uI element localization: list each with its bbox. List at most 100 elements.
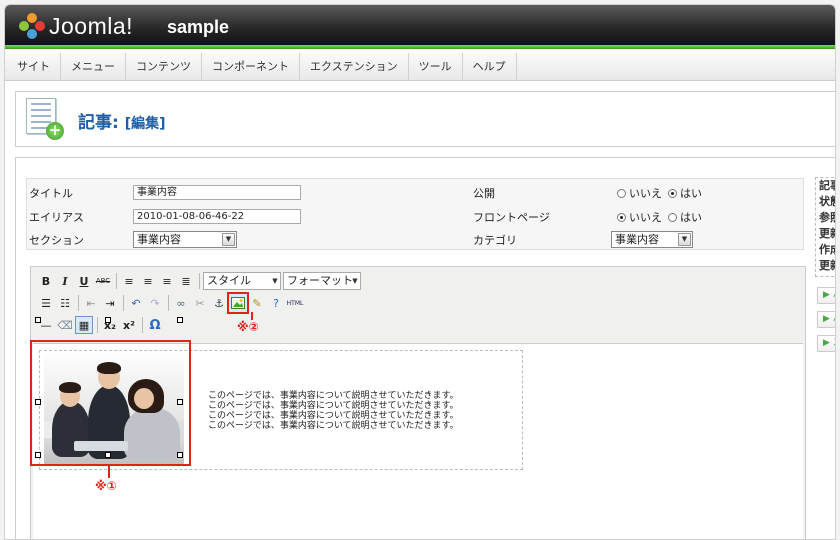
- undo-icon[interactable]: ↶: [127, 294, 145, 312]
- toolbar-separator: [97, 317, 98, 333]
- page-title-text: 記事:: [78, 113, 119, 133]
- visual-aid-icon[interactable]: ▦: [75, 316, 93, 334]
- joomla-logo-icon: [19, 13, 45, 39]
- published-yes-label: はい: [680, 187, 702, 200]
- resize-handle[interactable]: [35, 399, 41, 405]
- category-select-value: 事業内容: [615, 233, 659, 246]
- menu-item-content[interactable]: コンテンツ: [126, 53, 202, 80]
- special-char-button[interactable]: Ω: [146, 316, 164, 334]
- align-justify-icon[interactable]: ≣: [177, 272, 195, 290]
- category-label: カテゴリ: [473, 234, 517, 247]
- alias-field[interactable]: 2010-01-08-06-46-22: [133, 209, 301, 224]
- annotation-mark-2: ※②: [237, 320, 259, 334]
- toolbar-row-3: — ⌫ ▦ x₂ x² Ω: [37, 315, 165, 335]
- link-icon[interactable]: ∞: [172, 294, 190, 312]
- dropdown-arrow-icon: ▼: [352, 277, 358, 285]
- sidebar-label: 更新: [819, 259, 835, 272]
- toolbar-separator: [123, 295, 124, 311]
- section-select[interactable]: 事業内容 ▼: [133, 231, 237, 248]
- align-right-icon[interactable]: ≡: [158, 272, 176, 290]
- align-center-icon[interactable]: ≡: [139, 272, 157, 290]
- cleanup-icon[interactable]: ✎: [248, 294, 266, 312]
- sidebar-label: 記事: [819, 179, 835, 192]
- frontpage-yes-radio[interactable]: [668, 212, 677, 222]
- align-left-icon[interactable]: ≡: [120, 272, 138, 290]
- menu-item-menus[interactable]: メニュー: [61, 53, 126, 80]
- underline-button[interactable]: U: [75, 272, 93, 290]
- anchor-icon[interactable]: ⚓: [210, 294, 228, 312]
- image-selection-highlight: [30, 340, 191, 466]
- style-dropdown[interactable]: スタイル ▼: [203, 272, 281, 290]
- format-dropdown[interactable]: フォーマット ▼: [283, 272, 361, 290]
- joomla-logo[interactable]: Joomla!: [19, 11, 133, 41]
- sidebar-panel-toggle[interactable]: ▶ パ: [817, 311, 835, 328]
- body-line: このページでは、事業内容について説明させていただきます。: [208, 411, 459, 421]
- insert-image-button[interactable]: [227, 292, 249, 314]
- toolbar-separator: [142, 317, 143, 333]
- logo-text: Joomla!: [49, 12, 134, 39]
- toolbar-row-1: B I U ABC ≡ ≡ ≡ ≣ スタイル ▼ フォーマット ▼: [37, 271, 363, 291]
- published-label: 公開: [473, 187, 495, 200]
- superscript-button[interactable]: x²: [120, 316, 138, 334]
- title-field[interactable]: 事業内容: [133, 185, 301, 200]
- indent-icon[interactable]: ⇥: [101, 294, 119, 312]
- resize-handle[interactable]: [105, 452, 111, 458]
- italic-button[interactable]: I: [56, 272, 74, 290]
- body-line: このページでは、事業内容について説明させていただきます。: [208, 391, 459, 401]
- resize-handle[interactable]: [35, 452, 41, 458]
- toolbar-separator: [116, 273, 117, 289]
- menu-item-help[interactable]: ヘルプ: [463, 53, 517, 80]
- chevron-down-icon: ▼: [222, 233, 235, 246]
- resize-handle[interactable]: [177, 317, 183, 323]
- image-icon: [231, 297, 245, 309]
- annotation-mark-1: ※①: [95, 479, 117, 493]
- header-bar: Joomla! sample: [5, 5, 835, 49]
- outdent-icon[interactable]: ⇤: [82, 294, 100, 312]
- dropdown-arrow-icon: ▼: [272, 277, 278, 285]
- chevron-down-icon: ▼: [678, 233, 691, 246]
- resize-handle[interactable]: [177, 399, 183, 405]
- sidebar-label: 参照: [819, 211, 835, 224]
- published-yes-radio[interactable]: [668, 188, 677, 198]
- header-accent-bar: [5, 45, 835, 49]
- bullet-list-icon[interactable]: ☰: [37, 294, 55, 312]
- article-details: タイトル 事業内容 エイリアス 2010-01-08-06-46-22 セクショ…: [26, 178, 804, 250]
- section-label: セクション: [29, 234, 84, 247]
- resize-handle[interactable]: [105, 317, 111, 323]
- published-no-radio[interactable]: [617, 188, 626, 198]
- section-select-value: 事業内容: [137, 233, 181, 246]
- bold-button[interactable]: B: [37, 272, 55, 290]
- menu-item-tools[interactable]: ツール: [409, 53, 463, 80]
- toolbar-separator: [199, 273, 200, 289]
- toolbar-separator: [78, 295, 79, 311]
- menu-item-extensions[interactable]: エクステンション: [300, 53, 409, 80]
- menu-item-site[interactable]: サイト: [7, 53, 61, 80]
- page-title: 記事: [編集]: [78, 108, 166, 133]
- resize-handle[interactable]: [35, 317, 41, 323]
- alias-label: エイリアス: [29, 211, 84, 224]
- redo-icon[interactable]: ↷: [146, 294, 164, 312]
- help-icon[interactable]: ?: [267, 294, 285, 312]
- sidebar-panel-toggle[interactable]: ▶ パ: [817, 287, 835, 304]
- sidebar-label: 状態: [819, 195, 835, 208]
- sidebar-label: 作成: [819, 243, 835, 256]
- published-radios: いいえ はい: [617, 185, 702, 201]
- unlink-icon[interactable]: ✂: [191, 294, 209, 312]
- eraser-icon[interactable]: ⌫: [56, 316, 74, 334]
- frontpage-label: フロントページ: [473, 211, 550, 224]
- numbered-list-icon[interactable]: ☷: [56, 294, 74, 312]
- frontpage-no-label: いいえ: [629, 211, 662, 224]
- style-dropdown-label: スタイル: [207, 274, 251, 287]
- frontpage-no-radio[interactable]: [617, 212, 626, 222]
- annotation-leader-2: [251, 312, 253, 320]
- body-line: このページでは、事業内容について説明させていただきます。: [208, 401, 459, 411]
- toolbar-row-2: ☰ ☷ ⇤ ⇥ ↶ ↷ ∞ ✂ ⚓ ✎ ? HTML: [37, 292, 305, 314]
- sidebar-panel-toggle[interactable]: ▶ ス: [817, 335, 835, 352]
- category-select[interactable]: 事業内容 ▼: [611, 231, 693, 248]
- html-source-button[interactable]: HTML: [286, 294, 304, 312]
- resize-handle[interactable]: [177, 452, 183, 458]
- format-dropdown-label: フォーマット: [287, 274, 353, 287]
- menu-item-components[interactable]: コンポーネント: [202, 53, 300, 80]
- title-label: タイトル: [29, 187, 73, 200]
- strikethrough-button[interactable]: ABC: [94, 272, 112, 290]
